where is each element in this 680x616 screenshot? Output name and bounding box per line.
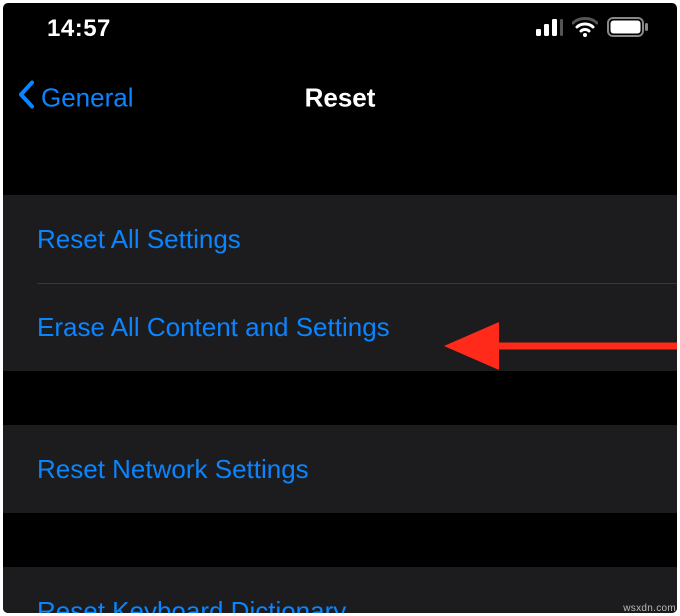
wifi-icon [572, 17, 598, 42]
battery-icon [607, 17, 649, 42]
status-time: 14:57 [47, 15, 111, 43]
row-label: Reset All Settings [37, 224, 241, 255]
section-gap [3, 371, 677, 425]
section-gap [3, 513, 677, 567]
nav-title: Reset [305, 83, 376, 114]
reset-network-settings-row[interactable]: Reset Network Settings [3, 425, 677, 513]
reset-all-settings-row[interactable]: Reset All Settings [3, 195, 677, 283]
settings-group-1: Reset All Settings Erase All Content and… [3, 195, 677, 371]
row-label: Reset Network Settings [37, 454, 309, 485]
erase-all-content-row[interactable]: Erase All Content and Settings [3, 283, 677, 371]
status-bar: 14:57 [3, 3, 677, 55]
section-gap [3, 141, 677, 195]
back-label: General [41, 83, 134, 114]
reset-keyboard-dictionary-row[interactable]: Reset Keyboard Dictionary [3, 567, 677, 613]
settings-reset-screen: 14:57 [3, 3, 677, 613]
cellular-icon [536, 18, 563, 41]
status-icons [536, 17, 649, 42]
settings-group-3: Reset Keyboard Dictionary [3, 567, 677, 613]
settings-group-2: Reset Network Settings [3, 425, 677, 513]
watermark: wsxdn.com [623, 603, 676, 614]
back-button[interactable]: General [17, 80, 134, 117]
row-label: Reset Keyboard Dictionary [37, 596, 346, 614]
chevron-left-icon [17, 80, 37, 117]
nav-bar: General Reset [3, 55, 677, 141]
row-label: Erase All Content and Settings [37, 312, 390, 343]
